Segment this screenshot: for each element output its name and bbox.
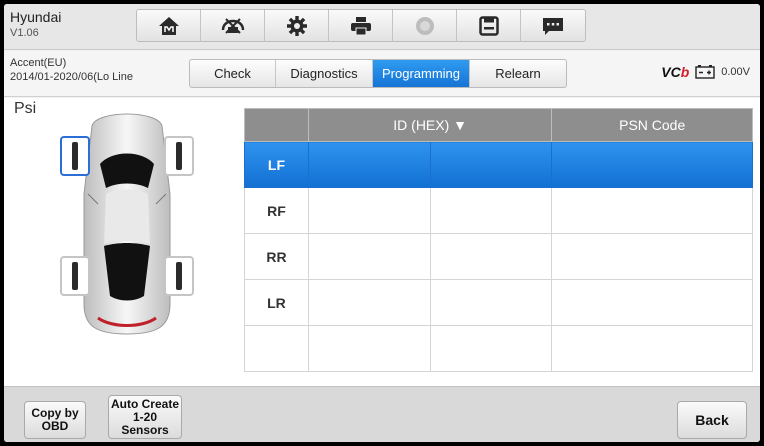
function-tabs: Check Diagnostics Programming Relearn [189, 59, 567, 88]
position-cell: RR [244, 233, 309, 280]
table-header-row: ID (HEX) ▼ PSN Code [244, 108, 753, 142]
column-header-psn-code: PSN Code [551, 108, 753, 142]
save-button[interactable] [457, 10, 521, 41]
auto-create-line-3: Sensors [121, 422, 169, 437]
psn-code-cell[interactable] [551, 141, 753, 188]
sensor-lf[interactable] [60, 136, 90, 176]
id-cell[interactable] [307, 187, 431, 234]
message-button[interactable] [521, 10, 585, 41]
column-header-position [244, 108, 309, 142]
psn-code-cell[interactable] [551, 279, 753, 326]
id-cell[interactable] [429, 325, 553, 372]
print-icon [350, 16, 371, 35]
tpms-panel: Psi ID (HEX) ▼ PSN Code LF RF RR LR [4, 98, 760, 386]
model-years: 2014/01-2020/06(Lo Line [10, 71, 133, 83]
table-row[interactable]: RR [244, 233, 753, 280]
position-cell: RF [244, 187, 309, 234]
bottom-bar: Copy by OBD Auto Create 1-20 Sensors Bac… [4, 386, 760, 442]
psn-code-cell[interactable] [551, 233, 753, 280]
settings-icon [286, 15, 307, 36]
vehicle-diagram [52, 104, 202, 340]
table-row[interactable]: LR [244, 279, 753, 326]
pressure-unit: Psi [14, 100, 37, 117]
sensor-lr[interactable] [60, 256, 90, 296]
id-cell[interactable] [429, 141, 553, 188]
sensor-rr[interactable] [164, 256, 194, 296]
sensor-rf-indicator [176, 142, 182, 170]
message-icon [543, 17, 563, 35]
id-cell[interactable] [307, 325, 431, 372]
psn-code-cell[interactable] [551, 187, 753, 234]
battery-voltage: 0.00V [721, 66, 750, 78]
tab-programming[interactable]: Programming [373, 60, 470, 87]
table-row[interactable]: RF [244, 187, 753, 234]
vci-button[interactable] [201, 10, 265, 41]
auto-create-line-1: Auto Create [110, 396, 179, 411]
help-icon [415, 16, 434, 35]
vcb-logo: VCb [661, 64, 690, 80]
toolbar [136, 9, 586, 42]
vehicle-make: Hyundai [10, 9, 62, 25]
sensor-rr-indicator [176, 262, 182, 290]
table-row[interactable]: LF [244, 141, 753, 188]
sensor-rf[interactable] [164, 136, 194, 176]
id-cell[interactable] [429, 279, 553, 326]
battery-icon [695, 65, 715, 79]
save-icon [478, 15, 499, 36]
tab-relearn[interactable]: Relearn [470, 60, 566, 87]
auto-create-line-2: 1-20 [132, 409, 158, 424]
id-cell[interactable] [307, 233, 431, 280]
tab-diagnostics[interactable]: Diagnostics [276, 60, 373, 87]
copy-by-obd-button[interactable]: Copy by OBD [24, 401, 86, 439]
column-header-id-hex[interactable]: ID (HEX) ▼ [307, 108, 553, 142]
position-cell: LF [244, 141, 309, 188]
position-cell [244, 325, 309, 372]
sensor-id-table: ID (HEX) ▼ PSN Code LF RF RR LR [244, 108, 753, 372]
vehicle-model: Accent(EU) 2014/01-2020/06(Lo Line [10, 57, 160, 85]
top-bar: Hyundai V1.06 [4, 4, 760, 50]
sensor-lf-indicator [72, 142, 78, 170]
position-cell: LR [244, 279, 309, 326]
vci-icon [221, 17, 244, 34]
back-button[interactable]: Back [677, 401, 747, 439]
settings-button[interactable] [265, 10, 329, 41]
id-cell[interactable] [429, 187, 553, 234]
connection-status: VCb 0.00V [661, 64, 750, 80]
home-button[interactable] [137, 10, 201, 41]
auto-create-sensors-button[interactable]: Auto Create 1-20 Sensors [108, 395, 182, 439]
sensor-lr-indicator [72, 262, 78, 290]
model-name: Accent(EU) [10, 57, 67, 69]
home-icon [158, 16, 179, 35]
table-row[interactable] [244, 325, 753, 372]
software-version: V1.06 [10, 27, 39, 39]
psn-code-cell[interactable] [551, 325, 753, 372]
print-button[interactable] [329, 10, 393, 41]
tab-check[interactable]: Check [190, 60, 276, 87]
id-cell[interactable] [429, 233, 553, 280]
id-cell[interactable] [307, 141, 431, 188]
help-button[interactable] [393, 10, 457, 41]
id-cell[interactable] [307, 279, 431, 326]
vehicle-info: Hyundai V1.06 [10, 9, 120, 40]
app-window: Hyundai V1.06 Accent(EU) 2014/01-2020/06… [4, 4, 760, 442]
function-bar: Accent(EU) 2014/01-2020/06(Lo Line Check… [4, 51, 760, 97]
